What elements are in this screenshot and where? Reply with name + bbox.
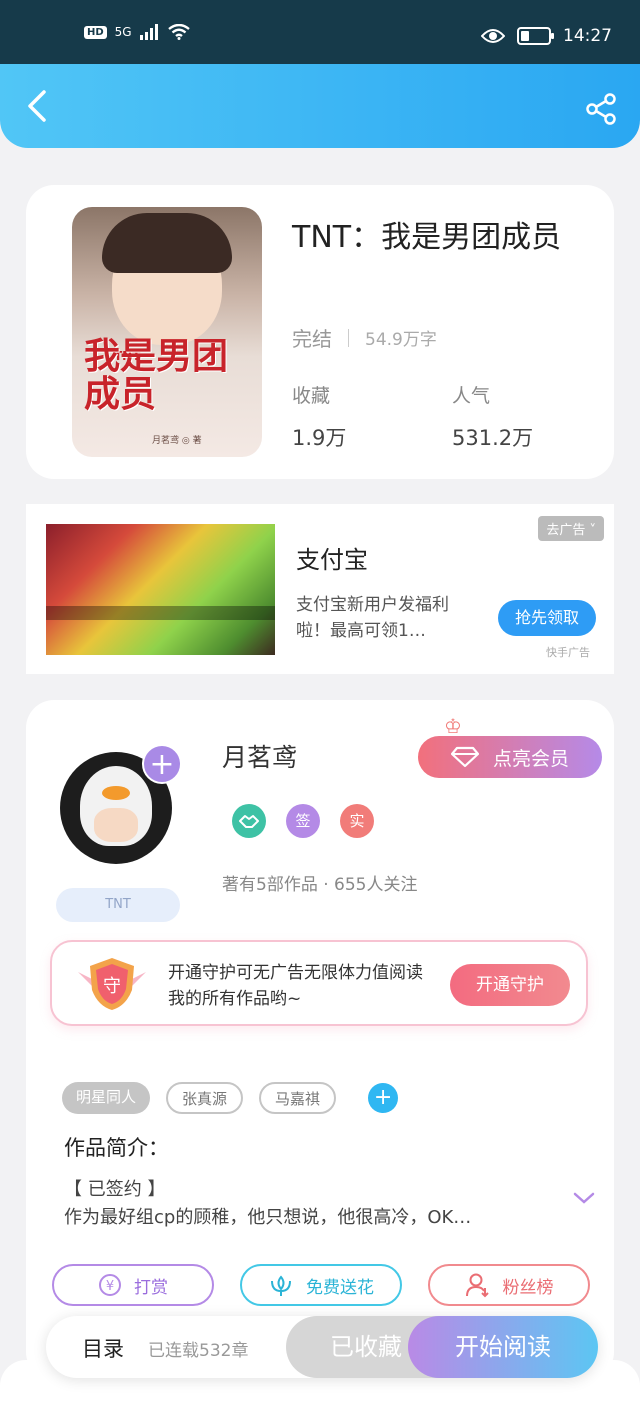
- start-reading-button[interactable]: 开始阅读: [408, 1316, 598, 1378]
- coin-icon: ¥: [99, 1274, 121, 1296]
- popularity-label: 人气: [452, 385, 491, 407]
- book-cover[interactable]: TNT 我是男团成员 月茗鸢 ◎ 著: [72, 207, 262, 457]
- popularity-stat: 人气 531.2万: [452, 381, 533, 452]
- chevron-down-icon[interactable]: [572, 1190, 596, 1206]
- handshake-icon: [232, 804, 266, 838]
- status-bar: HD 5G 14:27: [0, 0, 640, 64]
- reward-label: 打赏: [134, 1277, 168, 1298]
- cover-author: 月茗鸢 ◎ 著: [152, 436, 202, 446]
- ad-cta-button[interactable]: 抢先领取: [498, 600, 596, 636]
- eye-icon: [481, 29, 505, 43]
- ad-title: 支付宝: [296, 546, 368, 574]
- signal-icon: [139, 24, 158, 40]
- open-guard-button[interactable]: 开通守护: [450, 964, 570, 1006]
- action-row: ¥ 打赏 免费送花 粉丝榜: [52, 1264, 590, 1306]
- toc-button[interactable]: 目录: [82, 1333, 124, 1363]
- ad-image[interactable]: [46, 524, 275, 655]
- ad-source: 快手广告: [546, 646, 590, 659]
- user-icon: [465, 1273, 489, 1298]
- guard-banner: 守 开通守护可无广告无限体力值阅读我的所有作品哟~ 开通守护: [50, 940, 588, 1026]
- intro-title: 作品简介：: [64, 1136, 169, 1160]
- intro-line: 【 已签约 】: [64, 1179, 166, 1200]
- author-card: + TNT 月茗鸢 ♔ 点亮会员 签 实 著有5部作品 · 655人关注 守 开…: [26, 700, 614, 1380]
- intro-line: 作为最好组cp的顾稚，他只想说，他很高冷，OK…: [64, 1207, 472, 1228]
- tag-item[interactable]: 明星同人: [62, 1082, 151, 1114]
- flower-label: 免费送花: [306, 1277, 374, 1298]
- guard-shield-icon: 守: [78, 958, 146, 1010]
- tag-item[interactable]: 张真源: [166, 1082, 244, 1114]
- favorites-value: 1.9万: [292, 426, 347, 450]
- verified-badge: 实: [340, 804, 374, 838]
- diamond-icon: [450, 746, 479, 768]
- book-status-row: 完结 54.9万字: [292, 323, 437, 352]
- signed-badge: 签: [286, 804, 320, 838]
- add-tag-button[interactable]: +: [368, 1083, 399, 1113]
- back-icon[interactable]: [22, 88, 58, 124]
- svg-text:守: 守: [103, 976, 121, 997]
- fan-badge: TNT: [56, 888, 180, 922]
- book-info-card: TNT 我是男团成员 月茗鸢 ◎ 著 TNT：我是男团成员 完结 54.9万字 …: [26, 185, 614, 479]
- remove-ad-button[interactable]: 去广告 ˅: [538, 516, 604, 541]
- vip-button[interactable]: 点亮会员: [418, 736, 602, 778]
- word-count: 54.9万字: [365, 330, 437, 350]
- send-flower-button[interactable]: 免费送花: [240, 1264, 402, 1306]
- crown-icon: ♔: [444, 714, 462, 738]
- battery-icon: [517, 27, 554, 45]
- tag-list: 明星同人 张真源 马嘉祺 +: [62, 1082, 399, 1114]
- header-bar: [0, 64, 640, 148]
- ad-description: 支付宝新用户发福利啦！最高可领1…: [296, 595, 449, 641]
- chapter-count: 已连载532章: [148, 1341, 249, 1361]
- author-meta: 著有5部作品 · 655人关注: [222, 875, 418, 895]
- intro-body[interactable]: 【 已签约 】 作为最好组cp的顾稚，他只想说，他很高冷，OK…: [64, 1176, 544, 1232]
- vip-label: 点亮会员: [492, 747, 569, 770]
- status-left: HD 5G: [84, 24, 190, 40]
- bottom-action-bar: 目录 已连载532章 已收藏 开始阅读: [46, 1316, 598, 1378]
- guard-text: 开通守护可无广告无限体力值阅读我的所有作品哟~: [168, 963, 423, 1009]
- divider: [348, 328, 349, 347]
- favorites-label: 收藏: [292, 385, 331, 407]
- cover-title: 我是男团成员: [84, 335, 229, 415]
- author-badges: 签 实: [232, 804, 374, 838]
- favorites-stat: 收藏 1.9万: [292, 381, 346, 452]
- popularity-value: 531.2万: [452, 426, 534, 450]
- fans-label: 粉丝榜: [502, 1277, 554, 1298]
- share-icon[interactable]: [584, 92, 618, 126]
- fans-rank-button[interactable]: 粉丝榜: [428, 1264, 590, 1306]
- author-name[interactable]: 月茗鸢: [222, 738, 297, 774]
- tag-item[interactable]: 马嘉祺: [259, 1082, 337, 1114]
- flower-icon: [271, 1275, 291, 1296]
- wifi-icon: [167, 24, 190, 40]
- reward-button[interactable]: ¥ 打赏: [52, 1264, 214, 1306]
- hd-badge: HD: [84, 25, 107, 39]
- clock: 14:27: [563, 26, 612, 46]
- book-status: 完结: [292, 327, 332, 351]
- book-title: TNT：我是男团成员: [292, 220, 562, 255]
- follow-button[interactable]: +: [142, 744, 182, 784]
- svg-text:¥: ¥: [106, 1279, 114, 1294]
- ad-card[interactable]: 去广告 ˅ 支付宝 支付宝新用户发福利啦！最高可领1… 抢先领取 快手广告: [26, 504, 614, 674]
- network-label: 5G: [114, 25, 132, 39]
- status-right: 14:27: [481, 26, 612, 46]
